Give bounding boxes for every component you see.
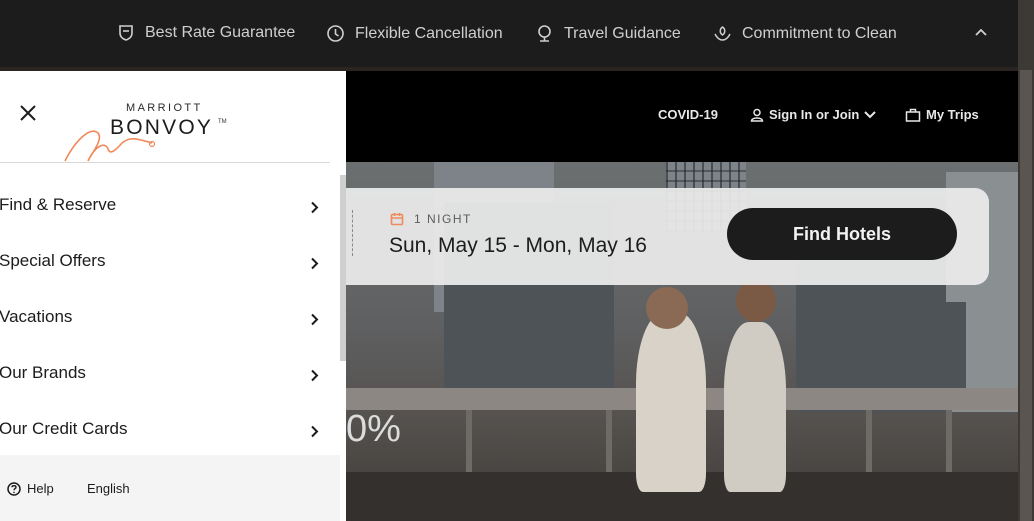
search-card: 1 NIGHT Sun, May 15 - Mon, May 16 Find H… xyxy=(346,188,989,285)
date-range[interactable]: Sun, May 15 - Mon, May 16 xyxy=(389,234,647,258)
chevron-right-icon xyxy=(311,257,319,270)
marriott-bonvoy-logo[interactable]: MARRIOTT BONVOY TM xyxy=(60,99,240,163)
covid-label: COVID-19 xyxy=(658,107,718,122)
logo-swirl-icon xyxy=(64,130,156,162)
chevron-down-icon xyxy=(864,110,876,118)
help-link[interactable]: Help xyxy=(7,481,54,496)
menu-item-label: Find & Reserve xyxy=(0,195,117,214)
nav-drawer: MARRIOTT BONVOY TM Find & Reserve Specia… xyxy=(0,71,346,521)
benefit-commitment-clean[interactable]: Commitment to Clean xyxy=(713,24,897,43)
mytrips-link[interactable]: My Trips xyxy=(905,107,979,122)
globe-pin-icon xyxy=(538,25,551,42)
menu-item-our-brands[interactable]: Our Brands xyxy=(0,345,340,401)
find-hotels-button[interactable]: Find Hotels xyxy=(727,208,957,260)
chevron-right-icon xyxy=(311,369,319,382)
signin-menu[interactable]: Sign In or Join xyxy=(750,107,882,122)
menu-item-credit-cards[interactable]: Our Credit Cards xyxy=(0,401,340,457)
chevron-right-icon xyxy=(311,201,319,214)
help-label: Help xyxy=(27,481,54,496)
user-icon xyxy=(750,108,764,122)
calendar-icon xyxy=(390,213,404,226)
divider xyxy=(352,210,353,256)
benefit-flexible-cancellation[interactable]: Flexible Cancellation xyxy=(326,24,503,43)
benefit-flexible-cancellation-label: Flexible Cancellation xyxy=(355,24,503,42)
benefit-commitment-clean-label: Commitment to Clean xyxy=(742,24,897,42)
chevron-right-icon xyxy=(311,425,319,438)
close-icon[interactable] xyxy=(18,103,38,123)
language-selector[interactable]: English xyxy=(87,481,130,496)
benefit-travel-guidance[interactable]: Travel Guidance xyxy=(535,24,681,43)
page-scrollbar-thumb[interactable] xyxy=(1020,70,1032,521)
menu-item-find-reserve[interactable]: Find & Reserve xyxy=(0,177,340,233)
logo-tm: TM xyxy=(218,119,227,125)
drawer-scrollbar[interactable] xyxy=(340,175,346,361)
benefit-best-rate-label: Best Rate Guarantee xyxy=(145,24,296,41)
covid-link[interactable]: COVID-19 xyxy=(658,107,718,122)
help-icon xyxy=(7,481,21,496)
benefit-travel-guidance-label: Travel Guidance xyxy=(564,24,681,42)
shield-check-icon xyxy=(119,25,133,41)
chevron-up-icon[interactable] xyxy=(974,27,988,37)
suitcase-icon xyxy=(905,108,921,122)
nights-text: 1 NIGHT xyxy=(414,212,472,226)
menu-item-label: Special Offers xyxy=(0,251,106,270)
benefits-bar: Best Rate Guarantee Flexible Cancellatio… xyxy=(0,0,1018,71)
mytrips-label: My Trips xyxy=(926,107,979,122)
logo-marriott-text: MARRIOTT xyxy=(126,102,203,114)
menu-item-label: Vacations xyxy=(0,307,73,326)
main-header: COVID-19 Sign In or Join My Trips xyxy=(346,71,1018,162)
benefit-best-rate[interactable]: Best Rate Guarantee xyxy=(117,24,295,42)
hero-partial-text: 0% xyxy=(346,408,401,450)
signin-label: Sign In or Join xyxy=(769,107,860,122)
menu-item-vacations[interactable]: Vacations xyxy=(0,289,340,345)
menu-item-label: Our Credit Cards xyxy=(0,419,128,438)
clock-icon xyxy=(327,25,344,42)
menu-item-special-offers[interactable]: Special Offers xyxy=(0,233,340,289)
menu-item-label: Our Brands xyxy=(0,363,86,382)
nights-label: 1 NIGHT xyxy=(390,212,472,226)
drawer-footer: Help English xyxy=(0,455,340,521)
hands-leaf-icon xyxy=(714,26,731,41)
drawer-divider xyxy=(0,162,330,163)
chevron-right-icon xyxy=(311,313,319,326)
drawer-menu: Find & Reserve Special Offers Vacations … xyxy=(0,177,340,457)
